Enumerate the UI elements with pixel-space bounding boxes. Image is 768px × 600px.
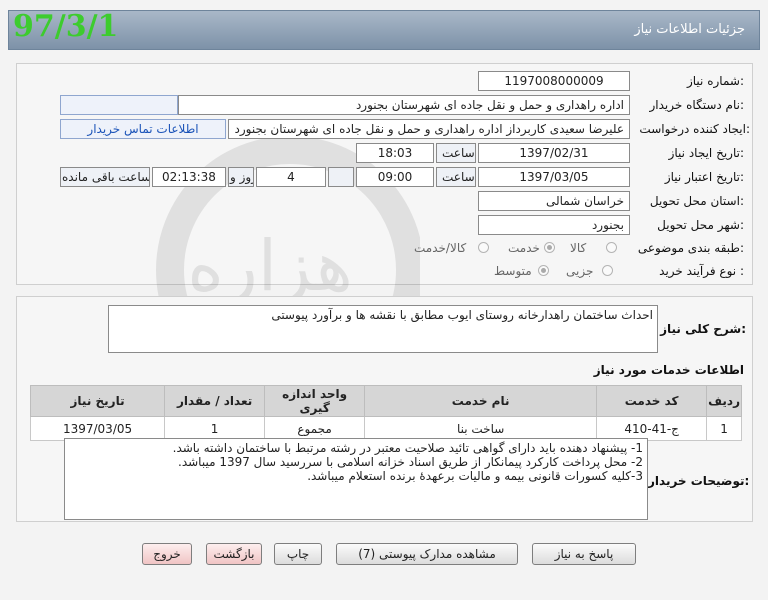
page-title: جزئیات اطلاعات نیاز (634, 22, 745, 37)
process-option-minor-radio[interactable] (602, 265, 613, 276)
description-text: احداث ساختمان راهدارخانه روستای ایوب مطا… (271, 308, 653, 322)
col-quantity: تعداد / مقدار (164, 385, 266, 417)
date-stamp: 97/3/1 (13, 9, 119, 44)
category-option-service-label: خدمت (508, 241, 540, 255)
services-title: اطلاعات خدمات مورد نیاز (593, 363, 744, 377)
day-and-label: روز و (228, 167, 254, 187)
buyer-notes-label: توضیحات خریدار: (648, 474, 750, 488)
process-option-medium-label: متوسط (494, 264, 532, 278)
category-option-goods-label: کالا (570, 241, 587, 255)
process-option-medium-radio[interactable] (538, 265, 549, 276)
valid-time-field[interactable]: 09:00 (356, 167, 434, 187)
cell-unit: مجموع (264, 416, 366, 441)
col-service-code: کد خدمت (596, 385, 708, 417)
col-unit: واحد اندازه گیری (264, 385, 366, 417)
created-date-field[interactable]: 1397/02/31 (478, 143, 630, 163)
buyer-notes-field[interactable]: 1- پیشنهاد دهنده باید دارای گواهی تائید … (64, 438, 648, 520)
col-need-date: تاریخ نیاز (29, 385, 166, 417)
cell-row-number: 1 (706, 416, 742, 441)
category-option-both-radio[interactable] (478, 242, 489, 253)
view-documents-button[interactable]: مشاهده مدارک پیوستی (7) (336, 543, 518, 565)
valid-time-word: ساعت (436, 167, 476, 187)
col-service-name: نام خدمت (364, 385, 598, 417)
category-option-service-radio[interactable] (544, 242, 555, 253)
services-header-row: ردیف کد خدمت نام خدمت واحد اندازه گیری ت… (29, 385, 742, 417)
process-option-minor-label: جزیی (566, 264, 594, 278)
cell-service-name: ساخت بنا (364, 416, 598, 441)
time-remaining-label: ساعت باقی مانده (60, 167, 150, 187)
valid-date-label: تاریخ اعتبار نیاز: (664, 170, 744, 184)
cell-service-code: ج-41-410 (596, 416, 708, 441)
back-button[interactable]: بازگشت (206, 543, 262, 565)
exit-button[interactable]: خروج (142, 543, 192, 565)
valid-date-field[interactable]: 1397/03/05 (478, 167, 630, 187)
time-remaining-field[interactable]: 02:13:38 (152, 167, 226, 187)
table-row: 1 ج-41-410 ساخت بنا مجموع 1 1397/03/05 (29, 416, 742, 441)
buyer-note-line-1: 1- پیشنهاد دهنده باید دارای گواهی تائید … (172, 441, 643, 455)
buyer-org-label: نام دستگاه خریدار: (649, 98, 745, 112)
category-option-both-label: کالا/خدمت (414, 241, 467, 255)
contact-buyer-link-text[interactable]: اطلاعات تماس خریدار (87, 122, 198, 136)
valid-spacer (328, 167, 354, 187)
cell-need-date: 1397/03/05 (29, 416, 166, 441)
buyer-note-line-2: 2- محل پرداخت کارکرد پیمانکار از طریق اس… (178, 455, 643, 469)
need-number-label: شماره نیاز: (686, 74, 744, 88)
created-time-field[interactable]: 18:03 (356, 143, 434, 163)
category-label: طبقه بندی موضوعی: (637, 241, 744, 255)
buyer-org-extra (60, 95, 178, 115)
print-button[interactable]: چاپ (274, 543, 322, 565)
page-titlebar: 97/3/1 جزئیات اطلاعات نیاز (8, 9, 760, 50)
buyer-org-field[interactable]: اداره راهداری و حمل و نقل جاده ای شهرستا… (178, 95, 630, 115)
city-field[interactable]: بجنورد (478, 215, 630, 235)
description-label: شرح کلی نیاز: (660, 322, 746, 336)
need-number-field[interactable]: 1197008000009 (478, 71, 630, 91)
city-label: شهر محل تحویل: (657, 218, 744, 232)
province-label: استان محل تحویل: (649, 194, 744, 208)
contact-buyer-link[interactable]: اطلاعات تماس خریدار (60, 119, 226, 139)
respond-button[interactable]: پاسخ به نیاز (532, 543, 636, 565)
province-field[interactable]: خراسان شمالی (478, 191, 630, 211)
col-row-number: ردیف (706, 385, 742, 417)
days-remaining-field[interactable]: 4 (256, 167, 326, 187)
requester-label: ایجاد کننده درخواست: (639, 122, 750, 136)
requester-field[interactable]: علیرضا سعیدی کاربرداز اداره راهداری و حم… (228, 119, 630, 139)
description-field[interactable]: احداث ساختمان راهدارخانه روستای ایوب مطا… (108, 305, 658, 353)
cell-quantity: 1 (164, 416, 266, 441)
services-table: ردیف کد خدمت نام خدمت واحد اندازه گیری ت… (29, 385, 742, 441)
category-option-goods-radio[interactable] (606, 242, 617, 253)
created-time-word: ساعت (436, 143, 476, 163)
created-date-label: تاریخ ایجاد نیاز: (668, 146, 744, 160)
process-label: نوع فرآیند خرید : (659, 264, 744, 278)
buyer-note-line-3: 3-کلیه کسورات قانونی بیمه و مالیات برعهد… (307, 469, 643, 483)
